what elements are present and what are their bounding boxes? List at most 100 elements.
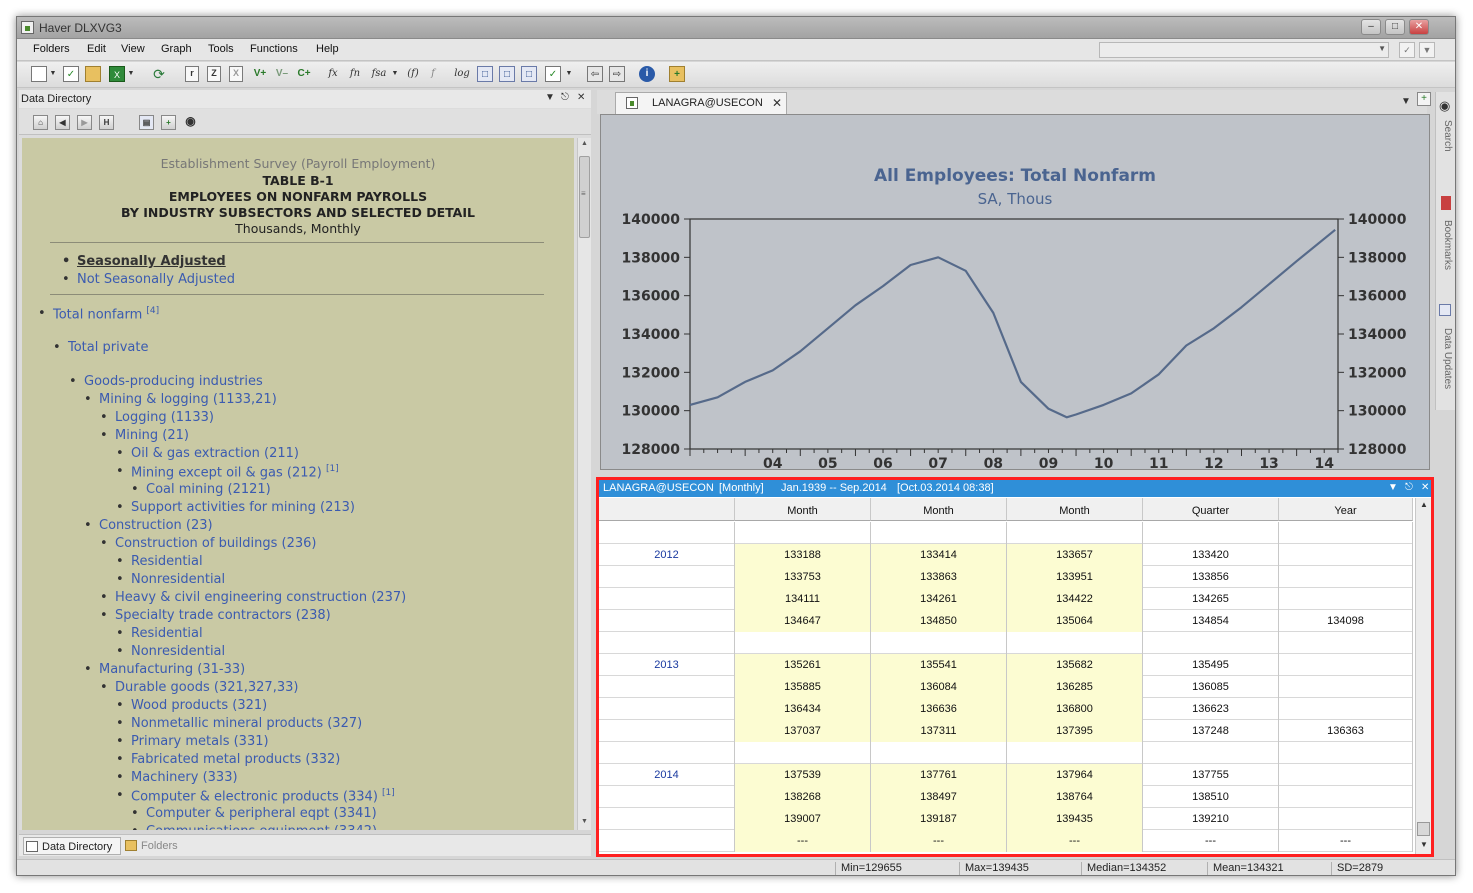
directory-item[interactable]: Goods-producing industries (69, 374, 263, 389)
value-cell[interactable] (1143, 632, 1279, 654)
directory-item[interactable]: Nonmetallic mineral products (327) (116, 716, 362, 731)
value-cell[interactable] (1279, 698, 1413, 720)
scroll-up-icon[interactable]: ▲ (1420, 500, 1428, 509)
year-cell[interactable] (599, 610, 735, 632)
menu-tools[interactable]: Tools (208, 43, 234, 55)
menu-functions[interactable]: Functions (250, 43, 298, 55)
menu-view[interactable]: View (121, 43, 145, 55)
value-cell[interactable] (1143, 522, 1279, 544)
value-cell[interactable] (1279, 588, 1413, 610)
data-grid[interactable]: Month Month Month Quarter Year 2012 133188 1334… (599, 498, 1413, 854)
value-cell[interactable] (735, 742, 871, 764)
year-cell[interactable] (599, 522, 735, 544)
value-cell[interactable]: 133863 (871, 566, 1007, 588)
value-cell[interactable]: 137395 (1007, 720, 1143, 742)
directory-item[interactable]: Oil & gas extraction (211) (116, 446, 299, 461)
series-search-combo[interactable]: ▼ (1099, 42, 1389, 58)
menu-graph[interactable]: Graph (161, 43, 192, 55)
value-cell[interactable]: 133753 (735, 566, 871, 588)
value-cell[interactable] (871, 632, 1007, 654)
menu-edit[interactable]: Edit (87, 43, 106, 55)
value-cell[interactable]: 137964 (1007, 764, 1143, 786)
value-cell[interactable]: 136636 (871, 698, 1007, 720)
r-function-icon[interactable]: r (185, 66, 199, 82)
forward-icon[interactable]: ▶ (77, 115, 92, 130)
pin-icon[interactable]: ⎋ (1405, 482, 1413, 493)
value-cell[interactable]: 139187 (871, 808, 1007, 830)
year-cell[interactable] (599, 786, 735, 808)
bookmark-icon[interactable] (1441, 196, 1451, 210)
value-cell[interactable] (1279, 566, 1413, 588)
back-icon[interactable]: ⇦ (587, 66, 603, 82)
directory-item[interactable]: Communications equipment (3342) (131, 824, 377, 830)
pin-icon[interactable]: ⎋ (561, 92, 569, 103)
directory-item[interactable]: Mining & logging (1133,21) (84, 392, 277, 407)
scroll-thumb[interactable] (1417, 822, 1430, 836)
sidebar-tab-search[interactable]: Search (1439, 120, 1453, 152)
year-cell[interactable]: 2012 (599, 544, 735, 566)
value-cell[interactable]: 133951 (1007, 566, 1143, 588)
year-cell[interactable] (599, 808, 735, 830)
add-graph-icon[interactable]: + (1417, 92, 1431, 106)
minimize-button[interactable]: – (1361, 19, 1381, 35)
scroll-thumb[interactable] (579, 156, 590, 238)
value-cell[interactable]: 133188 (735, 544, 871, 566)
value-cell[interactable]: 137761 (871, 764, 1007, 786)
directory-item[interactable]: Support activities for mining (213) (116, 500, 355, 515)
add-document-icon[interactable]: + (161, 115, 176, 130)
excel-icon[interactable]: X (109, 66, 125, 82)
new-document-icon[interactable] (31, 66, 47, 82)
directory-item[interactable]: Nonresidential (116, 644, 225, 659)
value-cell[interactable]: 134111 (735, 588, 871, 610)
view-list-icon[interactable]: ▤ (139, 115, 154, 130)
data-updates-icon[interactable] (1439, 304, 1451, 316)
value-cell[interactable]: 136085 (1143, 676, 1279, 698)
value-cell[interactable]: 136434 (735, 698, 871, 720)
history-icon[interactable]: H (99, 115, 114, 130)
value-cell[interactable]: 133856 (1143, 566, 1279, 588)
value-cell[interactable]: 133420 (1143, 544, 1279, 566)
tab-lanagra-graph[interactable]: LANAGRA@USECON ✕ (615, 92, 787, 114)
year-cell[interactable] (599, 698, 735, 720)
value-cell[interactable] (871, 522, 1007, 544)
maximize-button[interactable]: □ (1385, 19, 1405, 35)
value-cell[interactable]: 133414 (871, 544, 1007, 566)
column-header[interactable]: Month (735, 498, 871, 521)
options-icon[interactable]: ▼ (1419, 42, 1435, 58)
home-icon[interactable]: ⌂ (33, 115, 48, 130)
paren-f-icon[interactable]: (f) (403, 66, 423, 82)
value-cell[interactable]: 134854 (1143, 610, 1279, 632)
value-cell[interactable]: 138764 (1007, 786, 1143, 808)
directory-item[interactable]: Total private (53, 340, 149, 355)
scroll-down-icon[interactable]: ▼ (1420, 840, 1428, 849)
value-cell[interactable] (735, 522, 871, 544)
year-cell[interactable] (599, 830, 735, 852)
close-icon[interactable]: ✕ (1421, 482, 1429, 493)
log-scale-icon[interactable]: log (453, 66, 471, 82)
value-cell[interactable] (1279, 632, 1413, 654)
value-cell[interactable]: --- (1143, 830, 1279, 852)
f-strike-icon[interactable]: f (427, 66, 439, 82)
value-cell[interactable] (1279, 654, 1413, 676)
directory-item[interactable]: Durable goods (321,327,33) (100, 680, 298, 695)
year-cell[interactable] (599, 566, 735, 588)
value-cell[interactable]: 136363 (1279, 720, 1413, 742)
check-icon[interactable]: ✓ (1399, 42, 1415, 58)
column-header[interactable]: Year (1279, 498, 1413, 521)
add-folder-icon[interactable]: + (669, 66, 685, 82)
chevron-down-icon[interactable]: ▼ (391, 66, 399, 82)
value-cell[interactable]: 137311 (871, 720, 1007, 742)
directory-item[interactable]: Mining except oil & gas (212) [1] (116, 464, 339, 480)
value-cell[interactable]: 137539 (735, 764, 871, 786)
directory-item[interactable]: Construction of buildings (236) (100, 536, 316, 551)
chevron-down-icon[interactable]: ▼ (545, 92, 555, 103)
value-cell[interactable] (1279, 544, 1413, 566)
x-function-icon[interactable]: X (229, 66, 243, 82)
directory-item[interactable]: Residential (116, 626, 203, 641)
directory-item[interactable]: Mining (21) (100, 428, 189, 443)
value-cell[interactable] (735, 632, 871, 654)
year-cell[interactable]: 2013 (599, 654, 735, 676)
value-cell[interactable]: --- (735, 830, 871, 852)
directory-item[interactable]: Computer & electronic products (334) [1] (116, 788, 395, 804)
chevron-down-icon[interactable]: ▼ (1388, 482, 1398, 493)
